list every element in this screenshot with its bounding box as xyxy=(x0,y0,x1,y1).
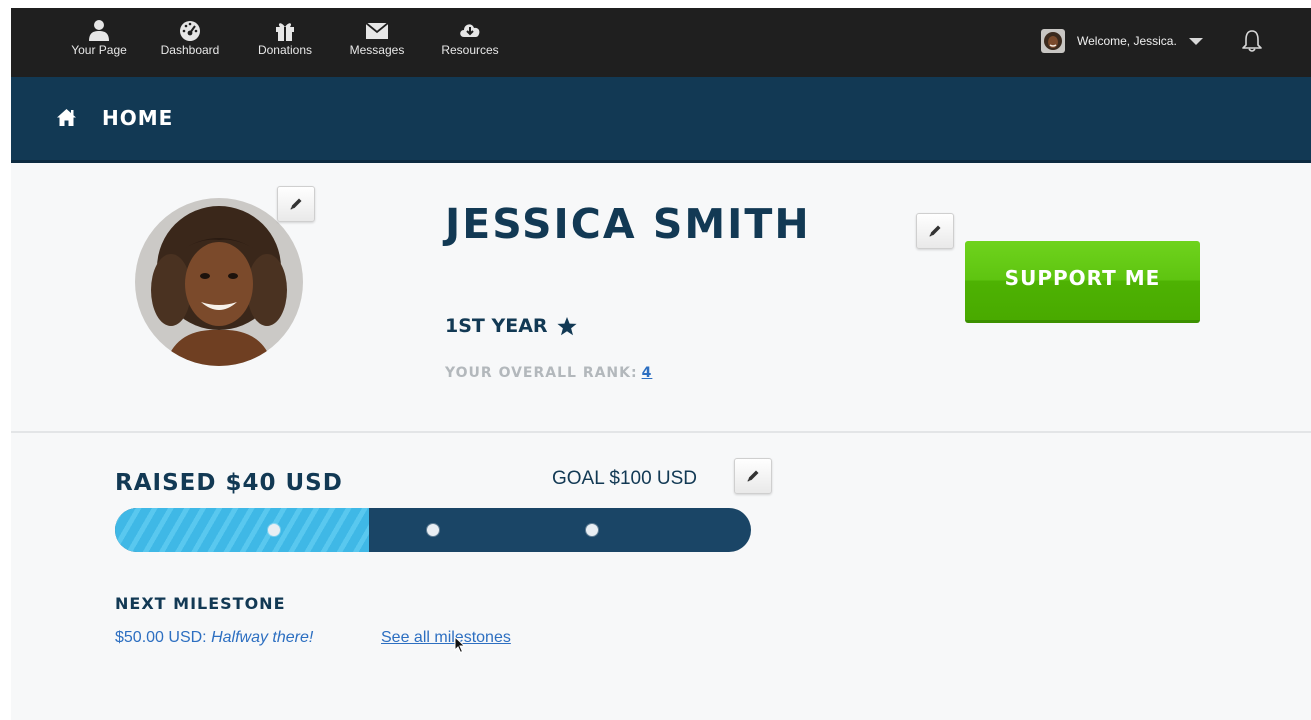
milestone-marker xyxy=(586,524,598,536)
edit-photo-button[interactable] xyxy=(277,186,315,222)
nav-donations-label: Donations xyxy=(257,43,313,57)
welcome-text: Welcome, Jessica. xyxy=(1077,34,1177,48)
nav-dashboard[interactable]: Dashboard xyxy=(156,19,224,63)
dashboard-gauge-icon xyxy=(180,21,200,41)
nav-your-page[interactable]: Your Page xyxy=(67,19,131,63)
pencil-icon xyxy=(929,225,941,237)
support-me-button[interactable]: SUPPORT ME xyxy=(965,241,1200,323)
nav-messages[interactable]: Messages xyxy=(344,19,410,63)
progress-fill xyxy=(115,508,369,552)
year-badge: 1ST YEAR xyxy=(445,315,578,337)
user-menu[interactable]: Welcome, Jessica. xyxy=(1041,28,1203,54)
page-title: HOME xyxy=(102,106,174,130)
gift-icon xyxy=(276,23,294,41)
next-milestone-title: NEXT MILESTONE xyxy=(115,594,286,613)
bell-icon[interactable] xyxy=(1241,29,1263,53)
page-header: HOME xyxy=(11,77,1311,163)
pencil-icon xyxy=(747,470,759,482)
user-icon xyxy=(89,20,109,41)
fundraising-progress-bar xyxy=(115,508,751,552)
user-avatar-small xyxy=(1041,29,1065,53)
cloud-download-icon xyxy=(460,24,480,37)
pencil-icon xyxy=(290,198,302,210)
nav-resources-label: Resources xyxy=(441,43,499,57)
rank-value-link[interactable]: 4 xyxy=(642,365,653,381)
year-label: 1ST YEAR xyxy=(445,315,548,337)
profile-photo xyxy=(135,198,303,366)
milestone-marker xyxy=(427,524,439,536)
edit-goal-button[interactable] xyxy=(734,458,772,494)
top-navbar: Your Page Dashboard Donations Messages R… xyxy=(11,8,1311,77)
see-all-milestones-link[interactable]: See all milestones xyxy=(381,629,511,647)
milestone-amount: $50.00 USD: xyxy=(115,629,207,646)
raised-amount: RAISED $40 USD xyxy=(115,470,343,496)
nav-donations[interactable]: Donations xyxy=(253,19,317,63)
milestone-marker xyxy=(268,524,280,536)
nav-dashboard-label: Dashboard xyxy=(160,43,220,57)
app-frame: Your Page Dashboard Donations Messages R… xyxy=(11,8,1311,720)
nav-your-page-label: Your Page xyxy=(71,43,127,57)
overall-rank: YOUR OVERALL RANK: 4 xyxy=(445,365,652,381)
edit-name-button[interactable] xyxy=(916,213,954,249)
rank-label: YOUR OVERALL RANK: xyxy=(445,365,638,381)
milestone-description: Halfway there! xyxy=(211,629,314,646)
section-divider xyxy=(11,431,1311,433)
nav-messages-label: Messages xyxy=(349,43,405,57)
home-icon[interactable] xyxy=(56,108,77,127)
chevron-down-icon xyxy=(1188,37,1203,45)
envelope-icon xyxy=(365,22,389,39)
next-milestone-text: $50.00 USD: Halfway there! xyxy=(115,629,313,647)
profile-name: JESSICA SMITH xyxy=(445,200,811,248)
goal-amount: GOAL $100 USD xyxy=(552,468,698,489)
mouse-cursor-icon xyxy=(454,636,466,654)
nav-resources[interactable]: Resources xyxy=(437,19,503,63)
star-icon xyxy=(556,316,577,335)
